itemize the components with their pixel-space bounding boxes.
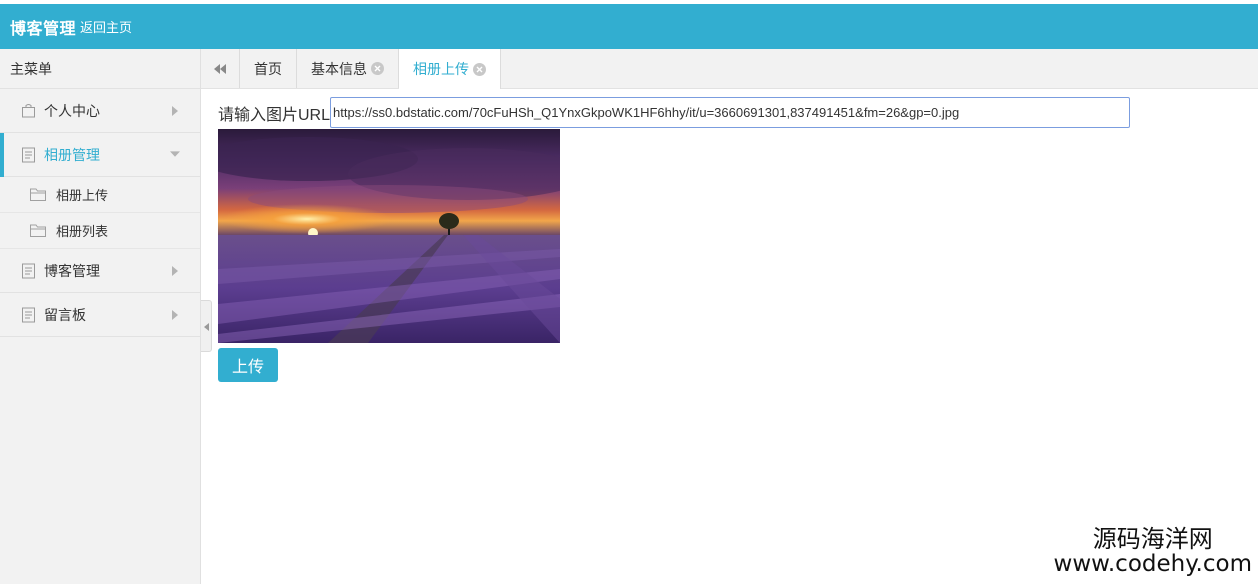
main-content: 请输入图片URL https://ss0.bdstatic.com/70cFuH… xyxy=(218,97,1131,382)
sidebar-subitem-label: 相册列表 xyxy=(56,224,109,239)
sidebar-item-personal-center[interactable]: 个人中心 xyxy=(0,89,200,133)
document-icon xyxy=(20,307,36,323)
chevron-right-icon xyxy=(170,105,180,116)
watermark-line2: www.codehy.com xyxy=(1053,550,1252,577)
sidebar-item-blog-management[interactable]: 博客管理 xyxy=(0,249,200,293)
app-title: 博客管理 xyxy=(10,20,77,38)
double-chevron-left-icon xyxy=(214,61,226,77)
chevron-right-icon xyxy=(170,265,180,276)
watermark-line1: 源码海洋网 xyxy=(1092,524,1213,553)
tab-label: 首页 xyxy=(254,60,282,77)
tab-scroll-left-button[interactable] xyxy=(201,49,240,88)
tab-album-upload[interactable]: 相册上传 xyxy=(399,49,501,89)
sidebar-item-label: 个人中心 xyxy=(44,102,100,119)
tab-label: 相册上传 xyxy=(413,61,469,77)
sidebar-item-label: 博客管理 xyxy=(44,262,100,279)
sidebar-heading: 主菜单 xyxy=(0,49,200,89)
sidebar-item-album-management[interactable]: 相册管理 xyxy=(0,133,200,177)
sidebar: 主菜单 个人中心 相册管理 相册上传 相册列表 博客管理 留言板 xyxy=(0,49,201,584)
chevron-right-icon xyxy=(170,309,180,320)
chevron-left-icon xyxy=(203,318,209,334)
sidebar-subitem-album-upload[interactable]: 相册上传 xyxy=(0,177,200,213)
back-home-link[interactable]: 返回主页 xyxy=(80,17,132,36)
sidebar-item-label: 留言板 xyxy=(44,306,86,323)
chevron-down-icon xyxy=(170,150,180,160)
sidebar-item-label: 相册管理 xyxy=(44,146,100,163)
watermark: 源码海洋网 www.codehy.com xyxy=(1053,524,1252,577)
preview-image xyxy=(218,129,560,343)
sidebar-subitem-album-list[interactable]: 相册列表 xyxy=(0,213,200,249)
upload-button[interactable]: 上传 xyxy=(218,348,278,382)
url-label: 请输入图片URL xyxy=(218,106,331,124)
image-url-input[interactable] xyxy=(330,97,1131,128)
sidebar-collapse-handle[interactable] xyxy=(201,300,212,352)
close-icon[interactable] xyxy=(371,62,384,75)
folder-icon xyxy=(30,188,46,202)
url-row: 请输入图片URL xyxy=(218,97,1131,128)
tab-label: 基本信息 xyxy=(311,60,367,77)
tab-bar: 首页 基本信息 相册上传 xyxy=(201,49,1258,89)
sidebar-item-message-board[interactable]: 留言板 xyxy=(0,293,200,337)
folder-icon xyxy=(30,224,46,238)
tab-home[interactable]: 首页 xyxy=(240,49,297,88)
document-icon xyxy=(20,147,36,163)
document-icon xyxy=(20,263,36,279)
bag-icon xyxy=(20,103,36,119)
header-bar: 博客管理 返回主页 xyxy=(0,4,1258,49)
sidebar-subitem-label: 相册上传 xyxy=(56,188,109,203)
tab-basic-info[interactable]: 基本信息 xyxy=(297,49,399,88)
close-icon[interactable] xyxy=(473,62,486,76)
